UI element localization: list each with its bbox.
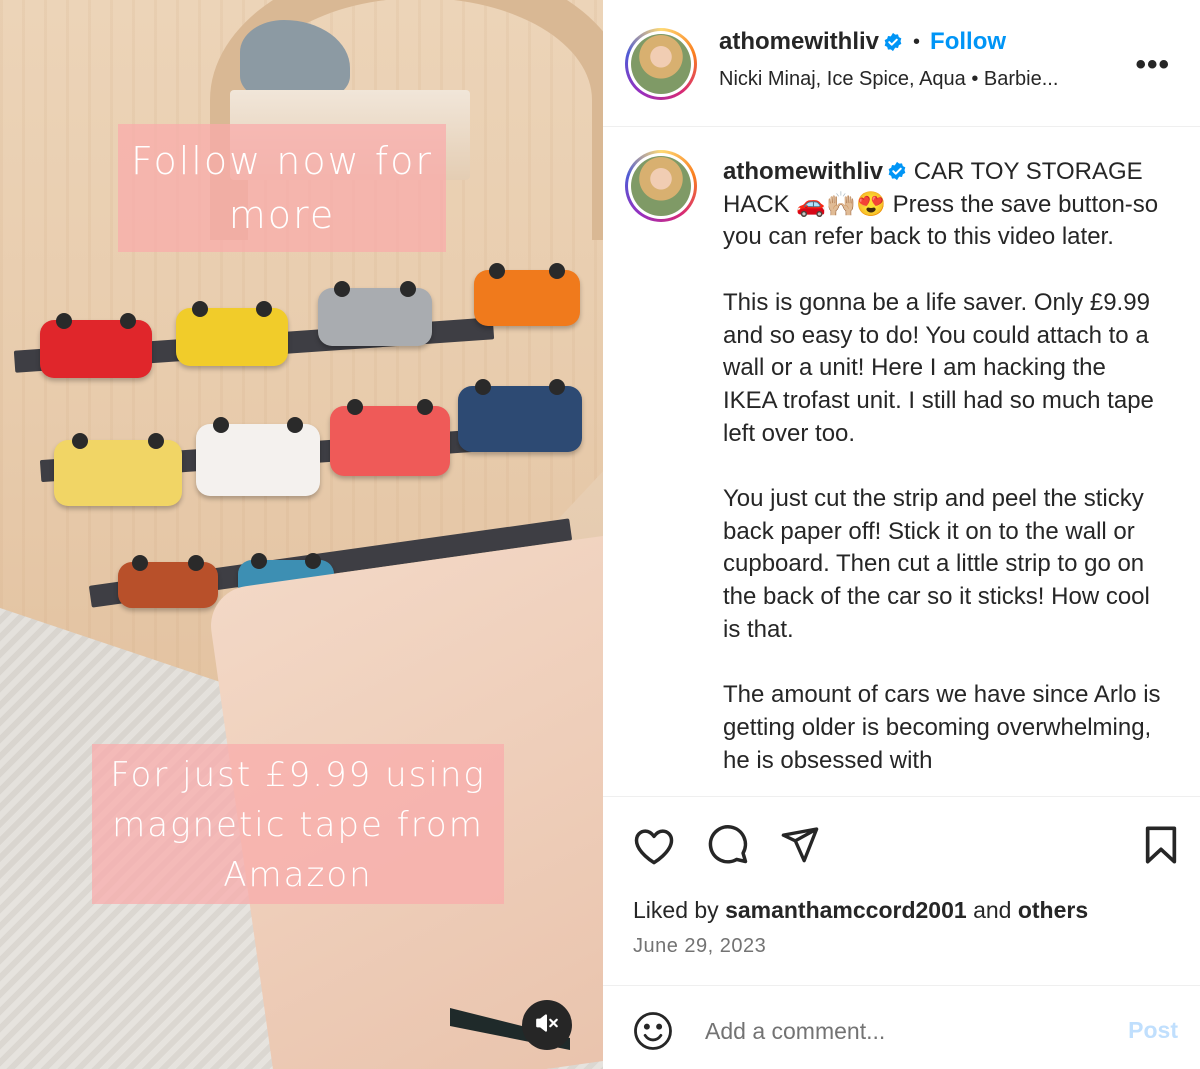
smiley-face-icon [632,1010,674,1057]
author-username[interactable]: athomewithliv [719,28,879,56]
liked-by-others-link[interactable]: others [1018,897,1088,923]
comment-input[interactable] [705,1015,1095,1047]
likes-summary: Liked by samanthamccord2001 and others [633,897,1089,923]
like-button[interactable] [631,825,677,871]
toy-car [176,301,288,366]
comment-bar: Post [603,987,1200,1069]
comment-bubble-icon [707,823,749,870]
liked-by-user-link[interactable]: samanthamccord2001 [725,897,967,923]
save-button[interactable] [1139,825,1183,869]
author-avatar[interactable] [625,28,697,100]
toy-car [196,417,320,496]
mute-button[interactable] [522,1000,572,1050]
video-caption-top: Follow now for more [118,124,446,252]
caption-paragraph: athomewithliv CAR TOY STORAGE HACK 🚗🙌🏼😍 … [723,158,1159,251]
post-media-video[interactable]: Follow now for more For just £9.99 using… [0,0,603,1069]
post-date[interactable]: June 29, 2023 [633,935,766,958]
heart-icon [633,826,675,871]
toy-car [118,555,218,608]
caption-paragraph: This is gonna be a life saver. Only £9.9… [723,288,1154,447]
separator-dot: • [913,30,921,53]
speaker-muted-icon [534,1010,560,1041]
caption-username[interactable]: athomewithliv [723,158,883,185]
toy-car [54,433,182,506]
verified-badge-icon [883,32,903,52]
audio-track[interactable]: Nicki Minaj, Ice Spice, Aqua • Barbie... [719,68,1058,91]
paper-plane-icon [780,824,820,869]
caption-paragraph: You just cut the strip and peel the stic… [723,485,1150,643]
comment-button[interactable] [705,823,751,869]
bookmark-icon [1143,825,1179,870]
toy-car [458,379,582,452]
follow-button[interactable]: Follow [930,28,1006,56]
caption-text: athomewithliv CAR TOY STORAGE HACK 🚗🙌🏼😍 … [723,156,1163,796]
toy-car [330,399,450,476]
post-details-panel: athomewithliv • Follow Nicki Minaj, Ice … [603,0,1200,1069]
more-options-icon[interactable]: ••• [1135,48,1170,82]
toy-car [40,313,152,378]
post-actions: Liked by samanthamccord2001 and others J… [603,796,1200,986]
caption-paragraph: The amount of cars we have since Arlo is… [723,681,1161,774]
toy-car [474,263,580,326]
post-comment-button[interactable]: Post [1128,1017,1178,1044]
share-button[interactable] [777,823,823,869]
post-header: athomewithliv • Follow Nicki Minaj, Ice … [603,0,1200,127]
toy-car [318,281,432,346]
verified-badge-icon [887,158,907,181]
emoji-button[interactable] [631,1011,675,1055]
post-caption: athomewithliv CAR TOY STORAGE HACK 🚗🙌🏼😍 … [603,128,1200,796]
video-caption-bottom: For just £9.99 using magnetic tape from … [92,744,504,904]
caption-author-avatar[interactable] [625,150,697,222]
